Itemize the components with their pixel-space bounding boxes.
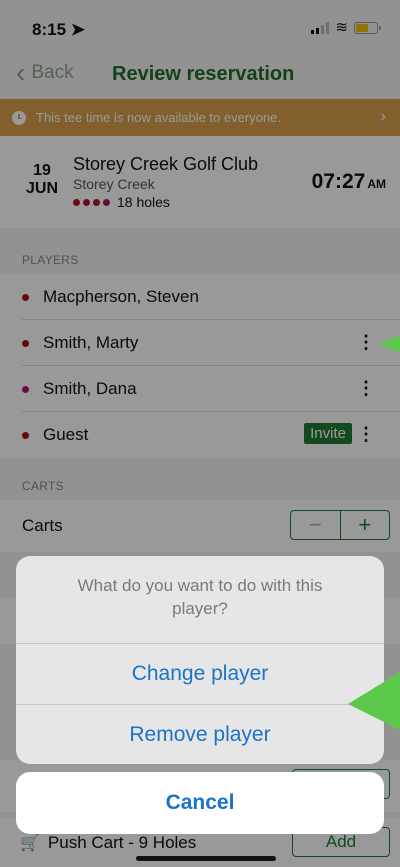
action-sheet-message: What do you want to do with this player? [16,556,384,644]
change-player-button[interactable]: Change player [16,644,384,704]
screen: 8:15 ➤ ≋ ‹ Back Review reservation This … [0,0,400,867]
action-sheet: What do you want to do with this player?… [16,556,384,764]
cancel-button[interactable]: Cancel [16,772,384,834]
home-indicator [136,856,276,861]
green-pointer-icon [348,672,400,730]
green-pointer-icon [378,336,400,352]
remove-player-button[interactable]: Remove player [16,704,384,764]
